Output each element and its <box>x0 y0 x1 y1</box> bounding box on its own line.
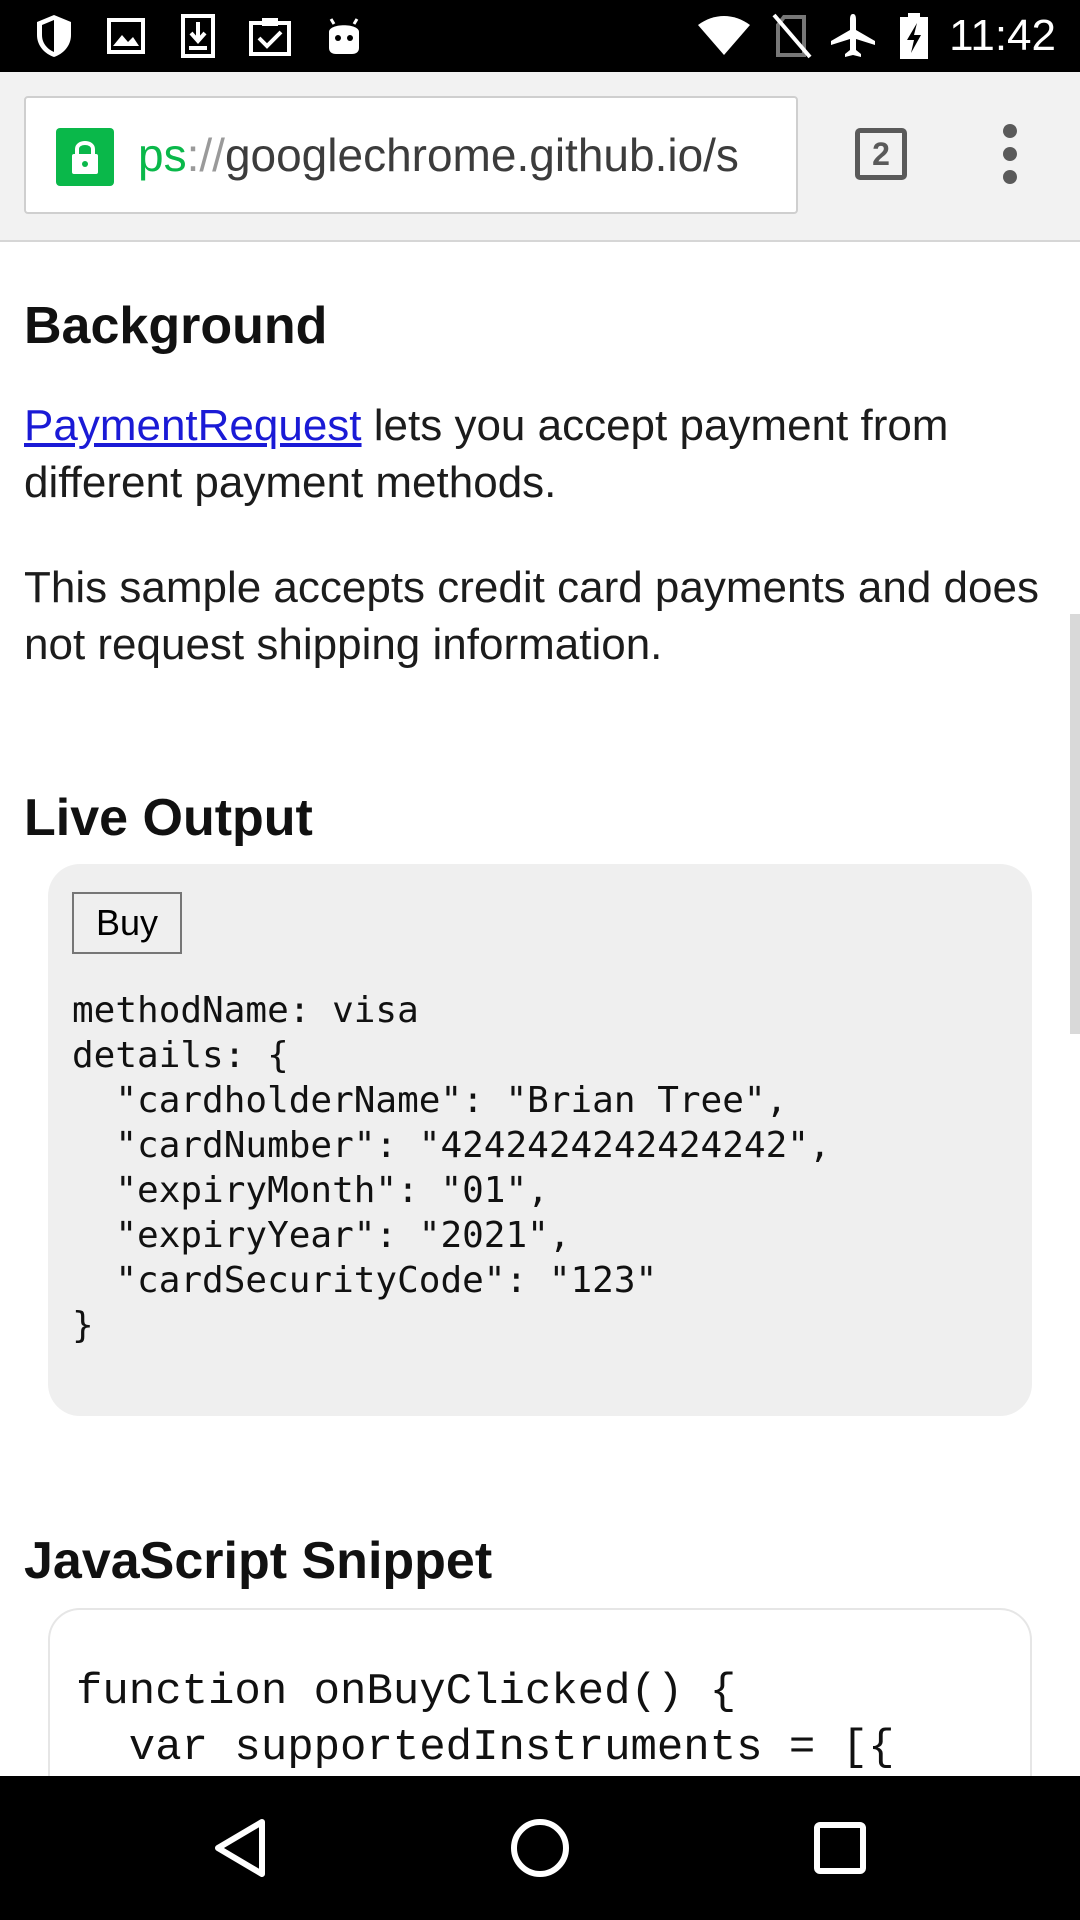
overflow-menu-button[interactable] <box>990 122 1030 186</box>
menu-dot-icon <box>1003 170 1017 184</box>
status-time: 11:42 <box>949 11 1056 60</box>
url-separator: :// <box>186 129 225 181</box>
url-host: googlechrome.github.io/s <box>224 129 739 181</box>
live-output-heading: Live Output <box>24 789 313 847</box>
background-heading: Background <box>24 297 328 355</box>
page-content[interactable]: Background PaymentRequest lets you accep… <box>0 242 1080 1776</box>
image-icon <box>104 12 148 60</box>
clipboard-check-icon <box>246 12 294 60</box>
shield-icon <box>32 12 76 60</box>
tab-count: 2 <box>872 135 890 172</box>
browser-toolbar: ps://googlechrome.github.io/s 2 <box>0 72 1080 242</box>
url-scheme: ps <box>138 129 187 181</box>
wifi-icon <box>696 12 752 60</box>
no-sim-icon <box>768 12 816 60</box>
address-bar[interactable]: ps://googlechrome.github.io/s <box>24 96 798 214</box>
intro-paragraph: PaymentRequest lets you accept payment f… <box>24 397 1044 511</box>
recents-icon[interactable] <box>800 1808 880 1888</box>
scrollbar[interactable] <box>1070 614 1080 1034</box>
buy-button[interactable]: Buy <box>72 892 182 954</box>
android-icon <box>322 12 366 60</box>
download-icon <box>176 12 220 60</box>
output-log: methodName: visa details: { "cardholderN… <box>72 990 831 1346</box>
code-snippet: function onBuyClicked() { var supportedI… <box>76 1667 895 1773</box>
snippet-heading: JavaScript Snippet <box>24 1532 493 1590</box>
lock-icon[interactable] <box>56 128 114 186</box>
home-icon[interactable] <box>500 1808 580 1888</box>
payment-request-link[interactable]: PaymentRequest <box>24 401 362 450</box>
navigation-bar <box>0 1776 1080 1920</box>
battery-charging-icon <box>896 12 932 60</box>
back-icon[interactable] <box>200 1808 280 1888</box>
sample-paragraph: This sample accepts credit card payments… <box>24 563 1039 669</box>
menu-dot-icon <box>1003 147 1017 161</box>
live-output-panel: Buy methodName: visa details: { "cardhol… <box>48 864 1032 1416</box>
url-text[interactable]: ps://googlechrome.github.io/s <box>138 98 788 212</box>
code-snippet-panel: function onBuyClicked() { var supportedI… <box>48 1608 1032 1776</box>
status-bar: 11:42 <box>0 0 1080 72</box>
airplane-icon <box>828 12 878 60</box>
tab-switcher-button[interactable]: 2 <box>855 128 907 180</box>
menu-dot-icon <box>1003 124 1017 138</box>
